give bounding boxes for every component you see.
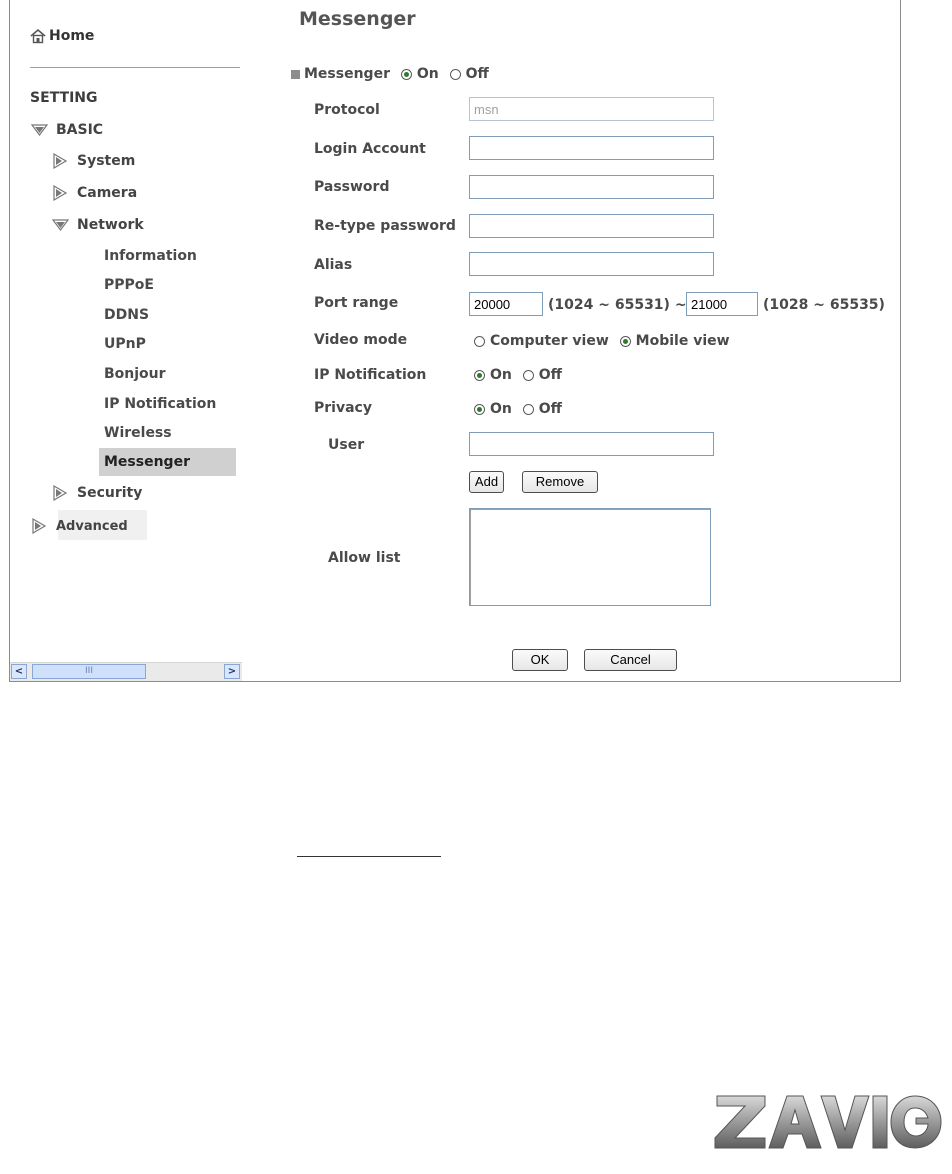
protocol-label: Protocol: [314, 102, 380, 118]
scroll-thumb[interactable]: III: [32, 664, 146, 679]
radio-label: On: [416, 66, 439, 82]
protocol-field[interactable]: [469, 97, 714, 121]
retype-password-field[interactable]: [469, 214, 714, 238]
radio-on[interactable]: [400, 68, 412, 80]
user-field[interactable]: [469, 432, 714, 456]
sidebar-item-label: Security: [77, 485, 143, 501]
video-mode-label: Video mode: [314, 332, 408, 348]
allow-list-label: Allow list: [328, 550, 401, 566]
login-account-label: Login Account: [314, 141, 426, 157]
messenger-on-option[interactable]: On: [400, 66, 439, 82]
sidebar-item-label: BASIC: [56, 122, 104, 138]
browser-frame: Home SETTING BASIC System Camera Network…: [9, 0, 901, 682]
home-link[interactable]: Home: [30, 28, 94, 44]
horizontal-scrollbar[interactable]: < III >: [10, 662, 242, 681]
radio-on[interactable]: [474, 403, 485, 415]
messenger-toggle: Messenger On Off: [291, 64, 495, 84]
radio-label: Mobile view: [635, 333, 730, 349]
privacy-options: On Off: [474, 399, 568, 419]
collapsed-arrow-icon: [53, 153, 68, 169]
allow-list-box[interactable]: [469, 508, 711, 606]
sidebar-item-bonjour[interactable]: Bonjour: [104, 364, 166, 384]
sidebar-item-label: Camera: [77, 185, 138, 201]
sidebar-item-label: Network: [77, 217, 144, 233]
port-start-range-hint: (1024 ~ 65531) ~: [548, 297, 687, 313]
sidebar-item-system[interactable]: System: [51, 151, 135, 171]
port-end-range-hint: (1028 ~ 65535): [763, 297, 885, 313]
radio-label: Off: [538, 401, 562, 417]
square-bullet-icon: [291, 69, 300, 79]
sidebar: Home SETTING BASIC System Camera Network…: [10, 0, 250, 662]
radio-label: Off: [538, 367, 562, 383]
add-button[interactable]: Add: [469, 471, 504, 493]
ip-notification-off-option[interactable]: Off: [522, 367, 562, 383]
scroll-right-button[interactable]: >: [224, 664, 240, 679]
radio-off[interactable]: [522, 369, 534, 381]
messenger-off-option[interactable]: Off: [449, 66, 489, 82]
port-start-field[interactable]: [469, 292, 543, 316]
collapsed-arrow-icon: [53, 485, 68, 501]
expanded-arrow-icon: [51, 219, 70, 231]
radio-off[interactable]: [522, 403, 534, 415]
sidebar-item-wireless[interactable]: Wireless: [104, 423, 172, 443]
radio-mobile-view[interactable]: [619, 335, 631, 347]
page-title: Messenger: [299, 8, 416, 30]
privacy-on-option[interactable]: On: [474, 401, 512, 417]
sidebar-item-pppoe[interactable]: PPPoE: [104, 275, 154, 295]
sidebar-item-basic[interactable]: BASIC: [30, 120, 103, 140]
radio-computer-view[interactable]: [474, 335, 485, 347]
video-mode-options: Computer view Mobile view: [474, 331, 736, 351]
sidebar-item-upnp[interactable]: UPnP: [104, 334, 146, 354]
sidebar-item-camera[interactable]: Camera: [51, 183, 137, 203]
sidebar-item-information[interactable]: Information: [104, 246, 197, 266]
sidebar-item-advanced[interactable]: Advanced: [30, 516, 128, 536]
user-label: User: [328, 437, 365, 453]
radio-off[interactable]: [449, 68, 461, 80]
alias-label: Alias: [314, 257, 353, 273]
ip-notification-options: On Off: [474, 365, 568, 385]
footnote-rule: [297, 856, 441, 857]
radio-label: Computer view: [490, 333, 609, 349]
mobile-view-option[interactable]: Mobile view: [619, 333, 730, 349]
cancel-button[interactable]: Cancel: [584, 649, 677, 671]
sidebar-item-security[interactable]: Security: [51, 483, 142, 503]
radio-label: Off: [465, 66, 489, 82]
sidebar-item-ip-notification[interactable]: IP Notification: [104, 394, 216, 414]
radio-label: On: [490, 367, 512, 383]
sidebar-item-ddns[interactable]: DDNS: [104, 305, 149, 325]
ok-button[interactable]: OK: [512, 649, 568, 671]
collapsed-arrow-icon: [32, 518, 47, 534]
port-range-label: Port range: [314, 295, 399, 311]
retype-password-label: Re-type password: [314, 218, 456, 234]
ip-notification-label: IP Notification: [314, 367, 427, 383]
privacy-off-option[interactable]: Off: [522, 401, 562, 417]
computer-view-option[interactable]: Computer view: [474, 333, 609, 349]
scroll-left-button[interactable]: <: [11, 664, 27, 679]
alias-field[interactable]: [469, 252, 714, 276]
zavio-logo: [713, 1090, 943, 1158]
sidebar-item-network[interactable]: Network: [51, 215, 144, 235]
sidebar-item-label: System: [77, 153, 136, 169]
password-label: Password: [314, 179, 390, 195]
home-icon: [30, 28, 46, 44]
login-account-field[interactable]: [469, 136, 714, 160]
password-field[interactable]: [469, 175, 714, 199]
messenger-toggle-label: Messenger: [304, 66, 390, 82]
home-label: Home: [49, 28, 95, 44]
setting-heading: SETTING: [30, 90, 98, 106]
sidebar-item-label: Advanced: [56, 518, 128, 534]
privacy-label: Privacy: [314, 400, 372, 416]
collapsed-arrow-icon: [53, 185, 68, 201]
radio-label: On: [490, 401, 512, 417]
radio-on[interactable]: [474, 369, 485, 381]
ip-notification-on-option[interactable]: On: [474, 367, 512, 383]
sidebar-divider: [30, 67, 240, 68]
expanded-arrow-icon: [30, 124, 49, 136]
sidebar-item-messenger[interactable]: Messenger: [99, 448, 236, 476]
port-end-field[interactable]: [686, 292, 758, 316]
remove-button[interactable]: Remove: [522, 471, 598, 493]
